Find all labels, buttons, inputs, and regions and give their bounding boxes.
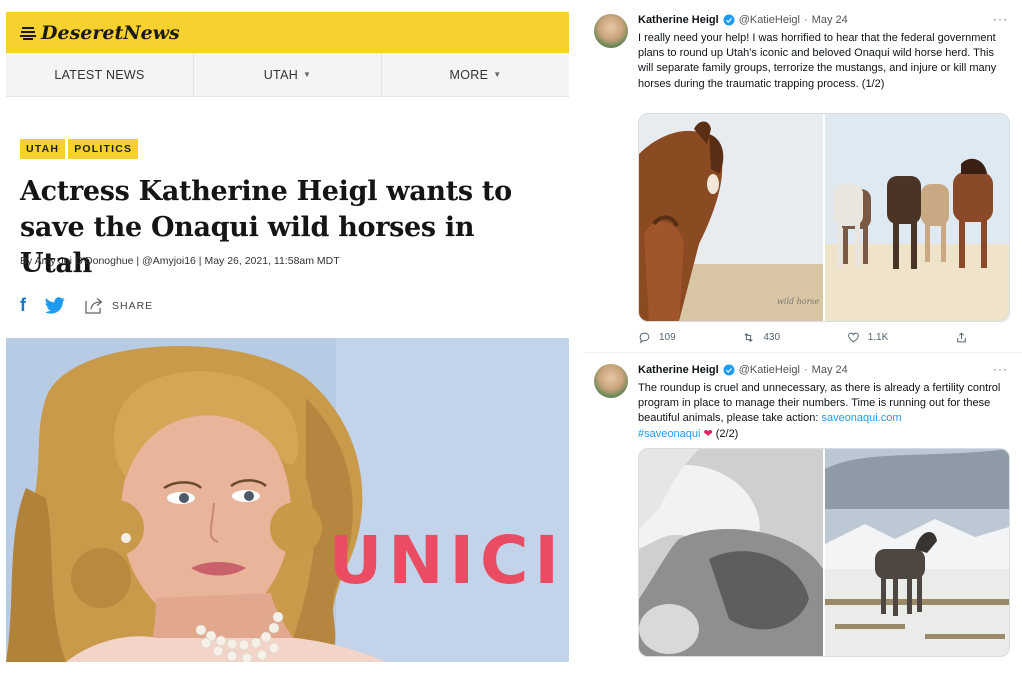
horse-mare-foal-photo: wild horse (639, 114, 823, 321)
retweet-icon (744, 333, 753, 342)
site-nav: LATEST NEWS UTAH ▼ MORE ▼ (6, 53, 569, 97)
nav-utah[interactable]: UTAH ▼ (194, 53, 382, 96)
author-name[interactable]: Katherine Heigl (638, 364, 719, 376)
author-handle[interactable]: @KatieHeigl (739, 14, 800, 26)
share-tweet-button[interactable] (955, 331, 968, 344)
tweet-media[interactable] (638, 448, 1010, 657)
horse-herd-photo (825, 114, 1009, 321)
news-article: DeseretNews LATEST NEWS UTAH ▼ MORE ▼ UT… (6, 12, 569, 662)
media-photo-bw-horses[interactable] (639, 449, 823, 656)
media-photo-herd[interactable] (825, 114, 1009, 321)
red-heart-emoji: ❤ (703, 427, 713, 440)
reply-icon (639, 332, 650, 344)
chevron-down-icon: ▼ (493, 70, 502, 79)
author-handle[interactable]: @KatieHeigl (739, 364, 800, 376)
share-icon (85, 297, 103, 314)
site-logo[interactable]: DeseretNews (20, 22, 180, 44)
reply-button[interactable]: 109 (638, 331, 676, 344)
nav-more[interactable]: MORE ▼ (382, 53, 569, 96)
article-byline: By Amy Joi O'Donoghue | @Amyjoi16 | May … (20, 255, 340, 267)
like-button[interactable]: 1.1K (847, 331, 889, 344)
tweet-date[interactable]: May 24 (812, 14, 848, 26)
share-label: SHARE (112, 299, 154, 312)
tweet-header: Katherine Heigl @KatieHeigl · May 24 (638, 364, 848, 376)
tweet-text: The roundup is cruel and unnecessary, as… (638, 382, 1001, 440)
tweet-link[interactable]: saveonaqui.com (821, 412, 901, 424)
tweet-date[interactable]: May 24 (812, 364, 848, 376)
tweet-thread: Katherine Heigl @KatieHeigl · May 24 ···… (582, 0, 1022, 662)
portrait-illustration (6, 338, 569, 662)
tag-politics[interactable]: POLITICS (68, 139, 139, 159)
reply-count: 109 (659, 332, 676, 343)
avatar[interactable] (594, 14, 628, 48)
tweet-actions: 109 430 1.1K (638, 331, 968, 344)
more-options-icon[interactable]: ··· (993, 12, 1008, 26)
site-header: DeseretNews (6, 12, 569, 53)
dot-separator: · (804, 364, 808, 376)
logo-text: DeseretNews (41, 21, 180, 44)
more-options-icon[interactable]: ··· (993, 362, 1008, 376)
avatar[interactable] (594, 364, 628, 398)
share-row: f SHARE (20, 295, 153, 316)
hashtag-link[interactable]: #saveonaqui (638, 428, 700, 440)
upload-share-icon (957, 332, 966, 343)
snow-horse-photo (825, 449, 1009, 656)
facebook-icon[interactable]: f (20, 295, 26, 316)
retweet-count: 430 (763, 332, 781, 343)
author-name[interactable]: Katherine Heigl (638, 14, 719, 26)
twitter-icon[interactable] (44, 296, 66, 315)
bw-horses-photo (639, 449, 823, 656)
hero-backdrop-text: UNICI (328, 522, 565, 599)
tweet-text: I really need your help! I was horrified… (638, 32, 997, 90)
tweet-divider (582, 352, 1022, 353)
photo-watermark: wild horse (777, 297, 820, 306)
like-count: 1.1K (867, 332, 889, 343)
tag-utah[interactable]: UTAH (20, 139, 66, 159)
article-tags: UTAH POLITICS (20, 139, 139, 159)
media-photo-snow-horse[interactable] (825, 449, 1009, 656)
beehive-icon (20, 26, 36, 40)
tweet-media[interactable]: wild horse (638, 113, 1010, 322)
verified-badge-icon (723, 364, 735, 376)
nav-latest-news[interactable]: LATEST NEWS (6, 53, 194, 96)
hero-photo: UNICI (6, 338, 569, 662)
share-button[interactable]: SHARE (84, 297, 153, 315)
verified-badge-icon (723, 14, 735, 26)
media-photo-foal[interactable]: wild horse (639, 114, 823, 321)
chevron-down-icon: ▼ (303, 70, 312, 79)
retweet-button[interactable]: 430 (742, 331, 780, 344)
dot-separator: · (804, 14, 808, 26)
tweet-header: Katherine Heigl @KatieHeigl · May 24 (638, 14, 848, 26)
heart-icon (847, 332, 859, 343)
